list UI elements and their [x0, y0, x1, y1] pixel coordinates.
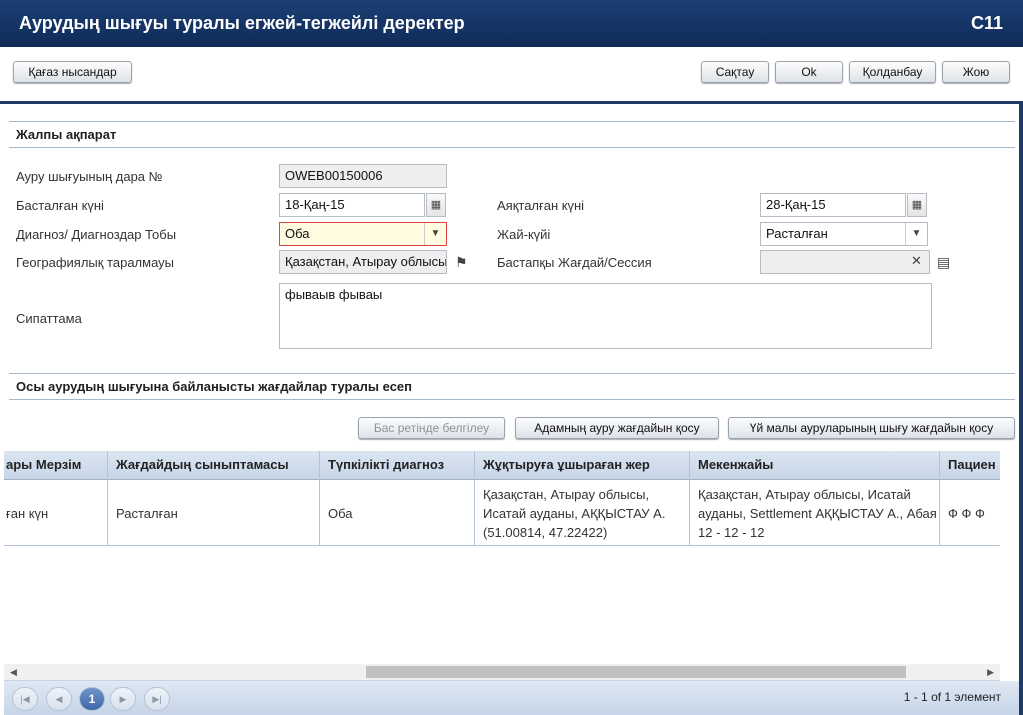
last-page-icon[interactable]: ▶| [144, 687, 170, 711]
section-divider [9, 399, 1015, 400]
cancel-button[interactable]: Қолданбау [849, 61, 936, 83]
geo-label: Географиялық таралмауы [16, 255, 175, 270]
calendar-icon[interactable]: ▦ [426, 193, 446, 217]
document-icon[interactable]: ▤ [937, 254, 950, 271]
section-divider [9, 147, 1015, 148]
case-number-label: Ауру шығуының дара № [16, 169, 163, 184]
start-date-input[interactable]: 18-Қаң-15 [279, 193, 425, 217]
pager-summary: 1 - 1 of 1 элемент [903, 690, 1001, 704]
status-select[interactable]: Расталған ▼ [760, 222, 928, 246]
description-label: Сипаттама [16, 311, 82, 326]
frame-border [1019, 101, 1023, 715]
section-divider [9, 121, 1015, 122]
table-cell: Расталған [108, 480, 320, 546]
calendar-icon[interactable]: ▦ [907, 193, 927, 217]
cases-grid: ары Мерзім Жағдайдың сыныптамасы Түпкілі… [4, 451, 1000, 681]
case-number-field: OWEB00150006 [279, 164, 447, 188]
header-divider [0, 101, 1023, 104]
first-page-icon[interactable]: |◀ [12, 687, 38, 711]
column-header[interactable]: Пациен [940, 451, 1000, 480]
table-cell: ған күн [4, 480, 108, 546]
status-label: Жай-күйі [497, 227, 551, 242]
diagnosis-select[interactable]: Оба ▼ [279, 222, 447, 246]
column-header[interactable]: ары Мерзім [4, 451, 108, 480]
primary-session-field [760, 250, 930, 274]
status-value: Расталған [766, 226, 828, 241]
geo-field: Қазақстан, Атырау облысы [279, 250, 447, 274]
toolbar: Қағаз нысандар Сақтау Ok Қолданбау Жою [0, 47, 1023, 101]
ok-button[interactable]: Ok [775, 61, 843, 83]
scroll-left-icon[interactable]: ◀ [10, 664, 17, 680]
start-date-label: Басталған күні [16, 198, 104, 213]
next-page-icon[interactable]: ▶ [110, 687, 136, 711]
table-row[interactable]: ған күн Расталған Оба Қазақстан, Атырау … [4, 480, 1000, 546]
prev-page-icon[interactable]: ◀ [46, 687, 72, 711]
chevron-down-icon[interactable]: ▼ [424, 223, 446, 245]
column-header[interactable]: Жұқтыруға ұшыраған жер [475, 451, 690, 480]
add-livestock-case-button[interactable]: Үй малы ауруларының шығу жағдайын қосу [728, 417, 1015, 439]
column-header[interactable]: Мекенжайы [690, 451, 940, 480]
diagnosis-value: Оба [285, 226, 310, 241]
mark-primary-button[interactable]: Бас ретінде белгілеу [358, 417, 505, 439]
scroll-right-icon[interactable]: ▶ [987, 664, 994, 680]
end-date-input[interactable]: 28-Қаң-15 [760, 193, 906, 217]
table-cell: Оба [320, 480, 475, 546]
section-divider [9, 373, 1015, 374]
paper-forms-button[interactable]: Қағаз нысандар [13, 61, 132, 83]
map-pin-icon[interactable]: ⚑ [455, 254, 468, 271]
end-date-label: Аяқталған күні [497, 198, 585, 213]
form-code: C11 [970, 13, 1003, 33]
window-title: Аурудың шығуы туралы егжей-тегжейлі дере… [19, 13, 465, 33]
general-section-title: Жалпы ақпарат [16, 127, 117, 142]
scrollbar-thumb[interactable] [366, 666, 906, 678]
save-button[interactable]: Сақтау [701, 61, 769, 83]
window-titlebar: Аурудың шығуы туралы егжей-тегжейлі дере… [0, 0, 1023, 47]
column-header[interactable]: Жағдайдың сыныптамасы [108, 451, 320, 480]
delete-button[interactable]: Жою [942, 61, 1010, 83]
horizontal-scrollbar[interactable]: ◀ ▶ [4, 664, 1000, 680]
table-cell: Қазақстан, Атырау облысы, Исатай ауданы,… [690, 480, 940, 546]
column-header[interactable]: Түпкілікті диагноз [320, 451, 475, 480]
grid-header: ары Мерзім Жағдайдың сыныптамасы Түпкілі… [4, 451, 1000, 480]
page-number-button[interactable]: 1 [79, 687, 105, 711]
description-textarea[interactable]: фываыв фываы [279, 283, 932, 349]
close-icon[interactable]: ✕ [911, 253, 922, 269]
table-cell: Қазақстан, Атырау облысы, Исатай ауданы,… [475, 480, 690, 546]
report-section-title: Осы аурудың шығуына байланысты жағдайлар… [16, 379, 413, 394]
table-cell: Ф Ф Ф [940, 480, 1000, 546]
primary-session-label: Бастапқы Жағдай/Сессия [497, 255, 652, 270]
diagnosis-label: Диагноз/ Диагноздар Тобы [16, 227, 177, 242]
chevron-down-icon[interactable]: ▼ [905, 223, 927, 245]
add-human-case-button[interactable]: Адамның ауру жағдайын қосу [515, 417, 719, 439]
pager: |◀ ◀ 1 ▶ ▶| 1 - 1 of 1 элемент [4, 681, 1019, 715]
